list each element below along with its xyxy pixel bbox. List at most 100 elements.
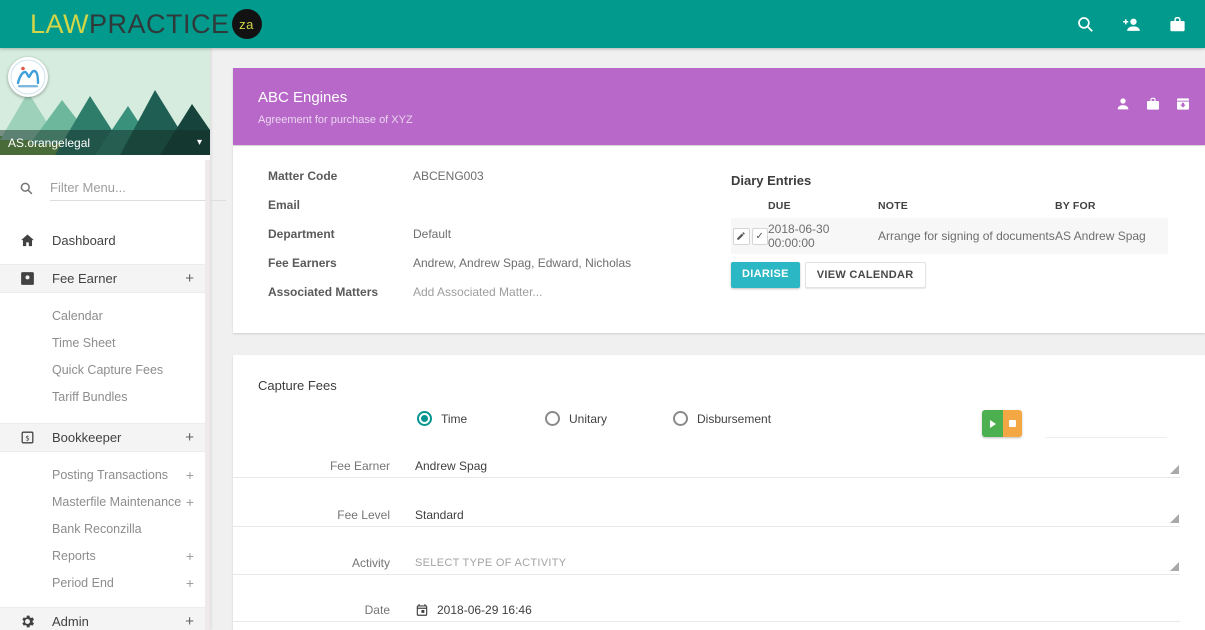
sidebar-item-time-sheet[interactable]: Time Sheet: [0, 329, 210, 356]
fee-earner-row: Fee Earner Andrew Spag: [233, 454, 1180, 478]
activity-select[interactable]: SELECT TYPE OF ACTIVITY: [415, 557, 566, 569]
stop-icon: [1009, 420, 1016, 427]
dropdown-corner-icon: [1170, 465, 1179, 474]
radio-time[interactable]: Time: [417, 411, 545, 426]
expand-icon[interactable]: +: [186, 548, 194, 564]
logo-practice-text: PRACTICE: [89, 9, 230, 40]
person-add-icon[interactable]: [1122, 15, 1141, 34]
fee-level-row: Fee Level Standard: [233, 503, 1180, 527]
diary-note: Arrange for signing of documents: [878, 229, 1055, 243]
matter-subtitle: Agreement for purchase of XYZ: [258, 114, 413, 126]
fee-level-select[interactable]: Standard: [415, 508, 464, 522]
filter-menu-input[interactable]: [50, 175, 226, 201]
timer-controls: [982, 410, 1022, 437]
column-due: DUE: [768, 200, 878, 212]
activity-row: Activity SELECT TYPE OF ACTIVITY: [233, 551, 1180, 575]
ledger-icon: $: [19, 429, 36, 446]
sidebar-item-admin[interactable]: Admin +: [0, 607, 210, 630]
expand-icon[interactable]: +: [186, 467, 194, 483]
add-associated-matter-field[interactable]: Add Associated Matter...: [413, 285, 542, 299]
sidebar-item-quick-capture-fees[interactable]: Quick Capture Fees: [0, 356, 210, 383]
timer-duration-field[interactable]: [1045, 418, 1167, 438]
sidebar-item-period-end[interactable]: Period End+: [0, 569, 210, 596]
logo-law-text: LAW: [30, 9, 89, 40]
diary-due: 2018-06-30 00:00:00: [768, 222, 878, 250]
play-icon: [990, 420, 996, 428]
avatar: [8, 57, 48, 97]
sidebar-item-bookkeeper[interactable]: $ Bookkeeper +: [0, 423, 210, 452]
expand-icon[interactable]: +: [185, 429, 194, 446]
sidebar-item-calendar[interactable]: Calendar: [0, 302, 210, 329]
department-value: Default: [413, 227, 451, 241]
account-name: AS.orangelegal: [8, 136, 90, 150]
expand-icon[interactable]: +: [186, 575, 194, 591]
diarise-button[interactable]: DIARISE: [731, 262, 800, 288]
radio-unitary[interactable]: Unitary: [545, 411, 673, 426]
column-note: NOTE: [878, 200, 1055, 212]
diary-title: Diary Entries: [731, 173, 1168, 188]
pencil-icon: [736, 231, 746, 241]
diary-by-for: AS Andrew Spag: [1055, 229, 1168, 243]
matter-detail-card: Matter Code ABCENG003 Email Department D…: [233, 146, 1205, 333]
main-content: ABC Engines Agreement for purchase of XY…: [210, 48, 1205, 630]
capture-fees-card: Capture Fees Time Unitary Disbursement F…: [233, 355, 1205, 630]
search-icon[interactable]: [1076, 15, 1095, 34]
chevron-down-icon[interactable]: ▾: [197, 137, 202, 148]
sidebar-item-masterfile-maintenance[interactable]: Masterfile Maintenance+: [0, 488, 210, 515]
matter-field-row: Matter Code ABCENG003: [268, 169, 484, 183]
column-by-for: BY FOR: [1055, 200, 1168, 212]
matter-header-card: ABC Engines Agreement for purchase of XY…: [233, 68, 1205, 145]
complete-entry-button[interactable]: ✓: [752, 228, 769, 245]
expand-icon[interactable]: +: [185, 270, 194, 287]
briefcase-icon[interactable]: [1145, 96, 1161, 112]
matter-title: ABC Engines: [258, 89, 347, 106]
timer-start-button[interactable]: [982, 410, 1003, 437]
date-row: Date 2018-06-29 16:46: [233, 598, 1180, 622]
fee-earners-value: Andrew, Andrew Spag, Edward, Nicholas: [413, 256, 631, 270]
calendar-icon[interactable]: [415, 603, 429, 617]
sidebar-item-dashboard[interactable]: Dashboard: [0, 223, 210, 257]
sidebar-scrollbar[interactable]: [205, 160, 210, 630]
sidebar-item-reports[interactable]: Reports+: [0, 542, 210, 569]
top-app-bar: LAWPRACTICE za: [0, 0, 1205, 48]
sidebar: AS.orangelegal ▾ Dashboard Fee Earner + …: [0, 48, 210, 630]
fee-earner-badge-icon: [19, 270, 36, 287]
search-icon: [19, 181, 34, 196]
radio-icon: [545, 411, 560, 426]
expand-icon[interactable]: +: [185, 613, 194, 630]
sidebar-item-bank-reconzilla[interactable]: Bank Reconzilla: [0, 515, 210, 542]
dropdown-corner-icon: [1170, 514, 1179, 523]
gear-icon: [19, 613, 36, 630]
person-icon[interactable]: [1115, 96, 1131, 112]
briefcase-icon[interactable]: [1168, 15, 1187, 34]
svg-text:$: $: [25, 433, 30, 442]
matter-code-value: ABCENG003: [413, 169, 484, 183]
sidebar-item-fee-earner[interactable]: Fee Earner +: [0, 264, 210, 293]
app-logo: LAWPRACTICE za: [30, 9, 262, 40]
check-icon: ✓: [756, 231, 764, 242]
view-calendar-button[interactable]: VIEW CALENDAR: [805, 262, 926, 288]
radio-selected-icon: [417, 411, 432, 426]
fee-type-radio-group: Time Unitary Disbursement: [417, 411, 801, 426]
fee-earner-select[interactable]: Andrew Spag: [415, 459, 487, 473]
timer-stop-button[interactable]: [1003, 410, 1022, 437]
sidebar-menu: Dashboard Fee Earner + Calendar Time She…: [0, 223, 210, 630]
expand-icon[interactable]: +: [186, 494, 194, 510]
logo-za-badge: za: [232, 9, 262, 39]
capture-fees-title: Capture Fees: [258, 378, 337, 393]
date-field[interactable]: 2018-06-29 16:46: [437, 603, 532, 617]
matter-field-row: Department Default: [268, 227, 451, 241]
home-icon: [19, 232, 36, 249]
matter-field-row: Associated Matters Add Associated Matter…: [268, 285, 542, 299]
edit-entry-button[interactable]: [733, 228, 750, 245]
menu-filter: [0, 155, 210, 215]
sidebar-item-posting-transactions[interactable]: Posting Transactions+: [0, 461, 210, 488]
diary-entry-row: ✓ 2018-06-30 00:00:00 Arrange for signin…: [731, 218, 1168, 254]
account-switcher[interactable]: AS.orangelegal ▾: [0, 130, 210, 155]
radio-disbursement[interactable]: Disbursement: [673, 411, 801, 426]
diary-table-header: DUE NOTE BY FOR: [731, 200, 1168, 212]
sidebar-item-tariff-bundles[interactable]: Tariff Bundles: [0, 383, 210, 410]
matter-field-row: Email: [268, 198, 413, 212]
archive-icon[interactable]: [1175, 96, 1191, 112]
diary-entries: Diary Entries DUE NOTE BY FOR ✓ 2018-06-…: [731, 173, 1168, 288]
